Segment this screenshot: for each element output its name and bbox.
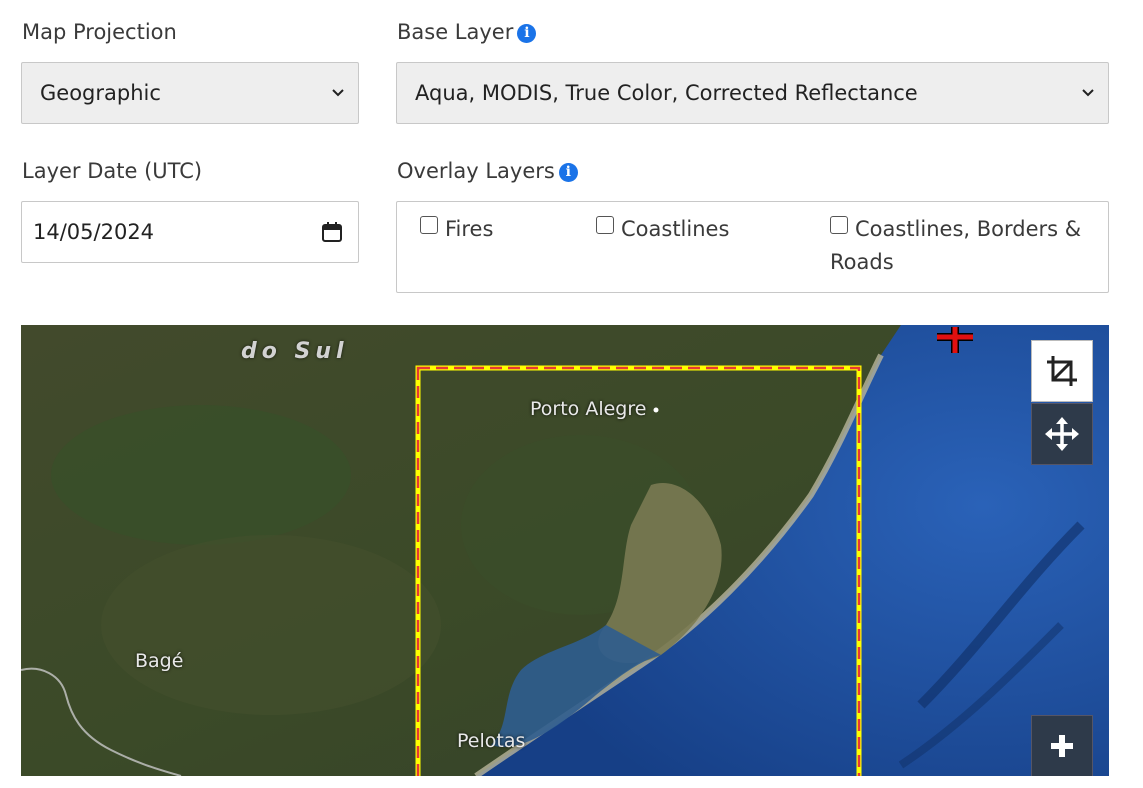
map-projection-select[interactable]: Geographic	[21, 62, 359, 124]
move-arrows-icon	[1045, 417, 1079, 451]
satellite-imagery	[21, 325, 1109, 776]
overlay-option-coastlines-borders-roads[interactable]: Coastlines, Borders & Roads	[830, 213, 1100, 279]
coastlines-borders-roads-checkbox[interactable]	[830, 216, 848, 234]
plus-icon	[1051, 735, 1073, 757]
crop-icon	[1047, 356, 1077, 386]
map-place-bage: Bagé	[135, 650, 184, 672]
map-region-label: do Sul	[241, 339, 349, 364]
map-place-porto-alegre: Porto Alegre	[530, 398, 647, 420]
crop-button[interactable]	[1031, 340, 1093, 402]
coastlines-borders-roads-label: Coastlines, Borders &	[855, 217, 1082, 241]
layer-date-value: 14/05/2024	[33, 220, 155, 244]
layer-date-input[interactable]: 14/05/2024	[21, 201, 359, 263]
map-projection-value: Geographic	[40, 81, 161, 105]
coastlines-label: Coastlines	[621, 217, 730, 241]
fires-label: Fires	[445, 217, 494, 241]
coastlines-checkbox[interactable]	[596, 216, 614, 234]
overlay-option-fires[interactable]: Fires	[420, 213, 493, 246]
move-button[interactable]	[1031, 403, 1093, 465]
map-place-pelotas: Pelotas	[457, 730, 526, 752]
calendar-icon[interactable]	[321, 221, 343, 243]
info-circle-icon[interactable]: i	[517, 24, 537, 43]
map-projection-label: Map Projection	[22, 20, 177, 44]
fires-checkbox[interactable]	[420, 216, 438, 234]
overlay-layers-box: Fires Coastlines Coastlines, Borders & R…	[396, 201, 1109, 293]
map-viewer[interactable]: do Sul Porto Alegre Bagé Pelotas	[21, 325, 1109, 776]
layer-date-label: Layer Date (UTC)	[22, 159, 203, 183]
overlay-option-coastlines[interactable]: Coastlines	[596, 213, 729, 246]
chevron-down-icon	[332, 89, 344, 97]
overlay-layers-label-text: Overlay Layers	[397, 159, 555, 183]
base-layer-select[interactable]: Aqua, MODIS, True Color, Corrected Refle…	[396, 62, 1109, 124]
zoom-in-button[interactable]	[1031, 715, 1093, 776]
overlay-layers-label: Overlay Layers i	[397, 158, 578, 184]
info-circle-icon[interactable]: i	[558, 163, 578, 182]
chevron-down-icon	[1082, 89, 1094, 97]
base-layer-label: Base Layer i	[397, 19, 537, 45]
base-layer-label-text: Base Layer	[397, 20, 514, 44]
coastlines-borders-roads-label-cont: Roads	[830, 250, 894, 274]
base-layer-value: Aqua, MODIS, True Color, Corrected Refle…	[415, 81, 918, 105]
